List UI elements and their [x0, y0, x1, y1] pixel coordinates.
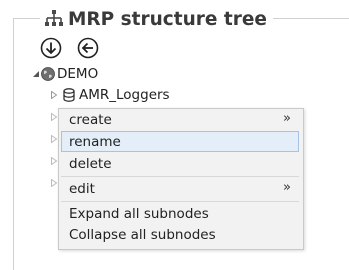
tree-node-demo[interactable]: DEMO — [41, 66, 98, 82]
expand-triangle-icon[interactable] — [50, 91, 58, 99]
globe-icon — [41, 67, 55, 81]
submenu-arrow-icon: » — [283, 111, 291, 126]
menu-item-label: create — [69, 111, 112, 128]
menu-item-rename[interactable]: rename — [61, 131, 299, 152]
panel-title-text: MRP structure tree — [68, 8, 267, 30]
submenu-arrow-icon: » — [283, 180, 291, 195]
menu-item-delete[interactable]: delete — [61, 153, 299, 174]
hierarchy-icon — [45, 10, 63, 26]
tree-node-label: DEMO — [57, 66, 99, 82]
menu-item-create[interactable]: create » — [61, 109, 299, 130]
arrow-left-circle-icon[interactable] — [77, 37, 99, 59]
menu-separator — [61, 201, 299, 202]
menu-item-label: edit — [69, 180, 95, 197]
menu-item-label: delete — [69, 155, 112, 172]
panel-border-left — [13, 18, 14, 270]
menu-separator — [61, 176, 299, 177]
collapse-triangle-icon[interactable] — [32, 70, 40, 78]
expand-triangle-icon[interactable] — [50, 113, 58, 121]
menu-item-collapse-all[interactable]: Collapse all subnodes — [61, 224, 299, 245]
menu-item-label: Collapse all subnodes — [69, 226, 216, 243]
arrow-down-circle-icon[interactable] — [40, 37, 62, 59]
database-icon — [63, 88, 75, 102]
panel-border-top-right — [272, 18, 349, 19]
expand-triangle-icon[interactable] — [50, 135, 58, 143]
panel-title: MRP structure tree — [40, 8, 273, 30]
tree-node-label: AMR_Loggers — [79, 87, 170, 103]
expand-triangle-icon[interactable] — [50, 157, 58, 165]
context-menu: create » rename delete edit » Expand all… — [58, 108, 304, 250]
panel-border-top-left — [13, 18, 41, 19]
menu-item-expand-all[interactable]: Expand all subnodes — [61, 203, 299, 224]
menu-item-edit[interactable]: edit » — [61, 178, 299, 199]
expand-triangle-icon[interactable] — [50, 179, 58, 187]
menu-item-label: Expand all subnodes — [69, 205, 209, 222]
tree-node-amr-loggers[interactable]: AMR_Loggers — [63, 87, 170, 103]
menu-item-label: rename — [69, 133, 121, 150]
